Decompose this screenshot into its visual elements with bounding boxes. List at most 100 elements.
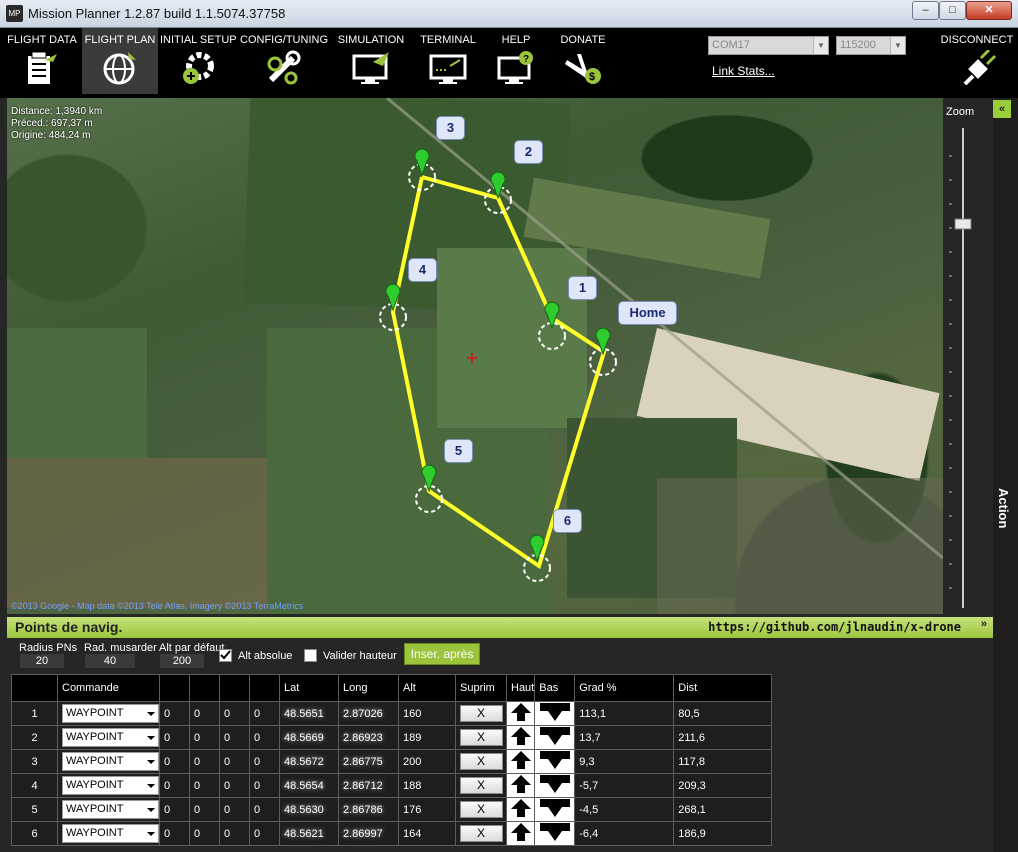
command-select[interactable]: WAYPOINT — [62, 728, 159, 747]
param4-cell[interactable]: 0 — [249, 821, 280, 846]
delete-button[interactable]: X — [459, 753, 503, 770]
table-row[interactable]: 4 WAYPOINT 0 0 0 0 48.5654 2.86712 188 X… — [11, 773, 773, 798]
waypoint-callout-5[interactable]: 5 — [444, 439, 473, 463]
param1-cell[interactable]: 0 — [159, 773, 190, 798]
command-select[interactable]: WAYPOINT — [62, 824, 159, 843]
move-down-button[interactable] — [534, 773, 576, 798]
delete-button[interactable]: X — [459, 825, 503, 842]
param4-cell[interactable]: 0 — [249, 797, 280, 822]
param1-cell[interactable]: 0 — [159, 701, 190, 726]
menu-flight-data[interactable]: FLIGHT DATA — [4, 28, 80, 94]
param3-cell[interactable]: 0 — [219, 701, 250, 726]
table-row[interactable]: 6 WAYPOINT 0 0 0 0 48.5621 2.86997 164 X… — [11, 821, 773, 846]
move-up-button[interactable] — [505, 821, 536, 846]
alt-cell[interactable]: 164 — [398, 821, 456, 846]
menu-flight-plan[interactable]: FLIGHT PLAN — [82, 28, 158, 94]
move-down-button[interactable] — [534, 821, 576, 846]
param1-cell[interactable]: 0 — [159, 749, 190, 774]
long-cell[interactable]: 2.87026 — [338, 701, 399, 726]
command-select[interactable]: WAYPOINT — [62, 800, 159, 819]
param4-cell[interactable]: 0 — [249, 725, 280, 750]
param4-cell[interactable]: 0 — [249, 749, 280, 774]
long-cell[interactable]: 2.86923 — [338, 725, 399, 750]
lat-cell[interactable]: 48.5669 — [279, 725, 339, 750]
alt-cell[interactable]: 189 — [398, 725, 456, 750]
collapse-waypoints-button[interactable]: » — [981, 618, 987, 630]
param4-cell[interactable]: 0 — [249, 773, 280, 798]
param3-cell[interactable]: 0 — [219, 725, 250, 750]
port-select[interactable]: COM17 ▼ — [708, 36, 829, 55]
menu-donate[interactable]: DONATE $ — [552, 28, 614, 94]
move-up-button[interactable] — [505, 797, 536, 822]
waypoint-callout-3[interactable]: 3 — [436, 116, 465, 140]
close-button[interactable]: ✕ — [966, 1, 1012, 20]
long-cell[interactable]: 2.86775 — [338, 749, 399, 774]
delete-button[interactable]: X — [459, 705, 503, 722]
col-header-lat[interactable]: Lat — [279, 674, 339, 702]
table-row[interactable]: 2 WAYPOINT 0 0 0 0 48.5669 2.86923 189 X… — [11, 725, 773, 750]
baud-select[interactable]: 115200 ▼ — [836, 36, 906, 55]
move-down-button[interactable] — [534, 749, 576, 774]
move-up-button[interactable] — [505, 773, 536, 798]
collapse-action-button[interactable]: « — [993, 100, 1011, 118]
waypoint-callout-2[interactable]: 2 — [514, 140, 543, 164]
command-select[interactable]: WAYPOINT — [62, 776, 159, 795]
minimize-button[interactable]: – — [912, 1, 939, 20]
menu-config-tuning[interactable]: CONFIG/TUNING — [240, 28, 328, 94]
col-header-alt[interactable]: Alt — [398, 674, 456, 702]
waypoint-callout-4[interactable]: 4 — [408, 258, 437, 282]
insert-after-button[interactable]: Inser. après — [404, 643, 480, 665]
lat-cell[interactable]: 48.5630 — [279, 797, 339, 822]
lat-cell[interactable]: 48.5672 — [279, 749, 339, 774]
move-down-button[interactable] — [534, 725, 576, 750]
command-select[interactable]: WAYPOINT — [62, 752, 159, 771]
param1-cell[interactable]: 0 — [159, 725, 190, 750]
param1-cell[interactable]: 0 — [159, 821, 190, 846]
alt-cell[interactable]: 188 — [398, 773, 456, 798]
move-up-button[interactable] — [505, 701, 536, 726]
param2-cell[interactable]: 0 — [189, 773, 220, 798]
param3-cell[interactable]: 0 — [219, 821, 250, 846]
waypoint-callout-1[interactable]: 1 — [568, 276, 597, 300]
action-panel-label[interactable]: Action — [996, 488, 1011, 528]
table-row[interactable]: 1 WAYPOINT 0 0 0 0 48.5651 2.87026 160 X… — [11, 701, 773, 726]
map-view[interactable]: Distance: 1,3940 km Préced.: 697,37 m Or… — [7, 98, 943, 614]
param3-cell[interactable]: 0 — [219, 797, 250, 822]
move-down-button[interactable] — [534, 797, 576, 822]
col-header-command[interactable]: Commande — [57, 674, 160, 702]
move-down-button[interactable] — [534, 701, 576, 726]
delete-button[interactable]: X — [459, 801, 503, 818]
param2-cell[interactable]: 0 — [189, 725, 220, 750]
disconnect-button[interactable]: DISCONNECT — [940, 34, 1014, 91]
long-cell[interactable]: 2.86712 — [338, 773, 399, 798]
param2-cell[interactable]: 0 — [189, 749, 220, 774]
col-header-long[interactable]: Long — [338, 674, 399, 702]
waypoint-callout-6[interactable]: 6 — [553, 509, 582, 533]
param3-cell[interactable]: 0 — [219, 773, 250, 798]
lat-cell[interactable]: 48.5651 — [279, 701, 339, 726]
param3-cell[interactable]: 0 — [219, 749, 250, 774]
move-up-button[interactable] — [505, 725, 536, 750]
param2-cell[interactable]: 0 — [189, 701, 220, 726]
param1-cell[interactable]: 0 — [159, 797, 190, 822]
lat-cell[interactable]: 48.5654 — [279, 773, 339, 798]
table-row[interactable]: 3 WAYPOINT 0 0 0 0 48.5672 2.86775 200 X… — [11, 749, 773, 774]
long-cell[interactable]: 2.86786 — [338, 797, 399, 822]
link-stats-link[interactable]: Link Stats... — [712, 64, 775, 78]
alt-cell[interactable]: 200 — [398, 749, 456, 774]
menu-help[interactable]: HELP ? — [486, 28, 546, 94]
table-row[interactable]: 5 WAYPOINT 0 0 0 0 48.5630 2.86786 176 X… — [11, 797, 773, 822]
waypoint-callout-home[interactable]: Home — [618, 301, 677, 325]
long-cell[interactable]: 2.86997 — [338, 821, 399, 846]
radius-input[interactable]: 20 — [20, 654, 64, 668]
param2-cell[interactable]: 0 — [189, 797, 220, 822]
param2-cell[interactable]: 0 — [189, 821, 220, 846]
menu-terminal[interactable]: TERMINAL — [414, 28, 482, 94]
delete-button[interactable]: X — [459, 777, 503, 794]
verify-height-checkbox[interactable] — [304, 649, 317, 662]
menu-simulation[interactable]: SIMULATION — [332, 28, 410, 94]
loiter-radius-input[interactable]: 40 — [85, 654, 135, 668]
zoom-slider[interactable] — [943, 98, 993, 608]
absolute-alt-checkbox[interactable] — [219, 649, 232, 662]
alt-cell[interactable]: 176 — [398, 797, 456, 822]
